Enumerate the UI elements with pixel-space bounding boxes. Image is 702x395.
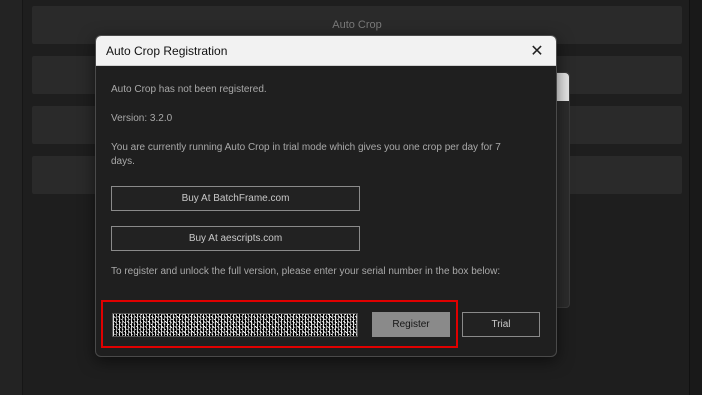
host-left-panel xyxy=(0,0,23,395)
host-right-scrollbar xyxy=(689,0,702,395)
serial-number-input[interactable] xyxy=(112,313,358,337)
dialog-title: Auto Crop Registration xyxy=(106,43,228,58)
registration-dialog: Auto Crop Registration ✕ Auto Crop has n… xyxy=(95,35,557,357)
dialog-titlebar: Auto Crop Registration ✕ xyxy=(96,36,556,66)
registration-status-text: Auto Crop has not been registered. xyxy=(111,84,267,95)
trial-info-text: You are currently running Auto Crop in t… xyxy=(111,142,501,167)
register-button[interactable]: Register xyxy=(372,312,450,337)
buy-aescripts-button[interactable]: Buy At aescripts.com xyxy=(111,226,360,251)
trial-button[interactable]: Trial xyxy=(462,312,540,337)
buy-batchframe-button[interactable]: Buy At BatchFrame.com xyxy=(111,186,360,211)
close-icon[interactable]: ✕ xyxy=(526,40,548,62)
version-text: Version: 3.2.0 xyxy=(111,113,173,124)
register-instructions-text: To register and unlock the full version,… xyxy=(111,266,501,277)
